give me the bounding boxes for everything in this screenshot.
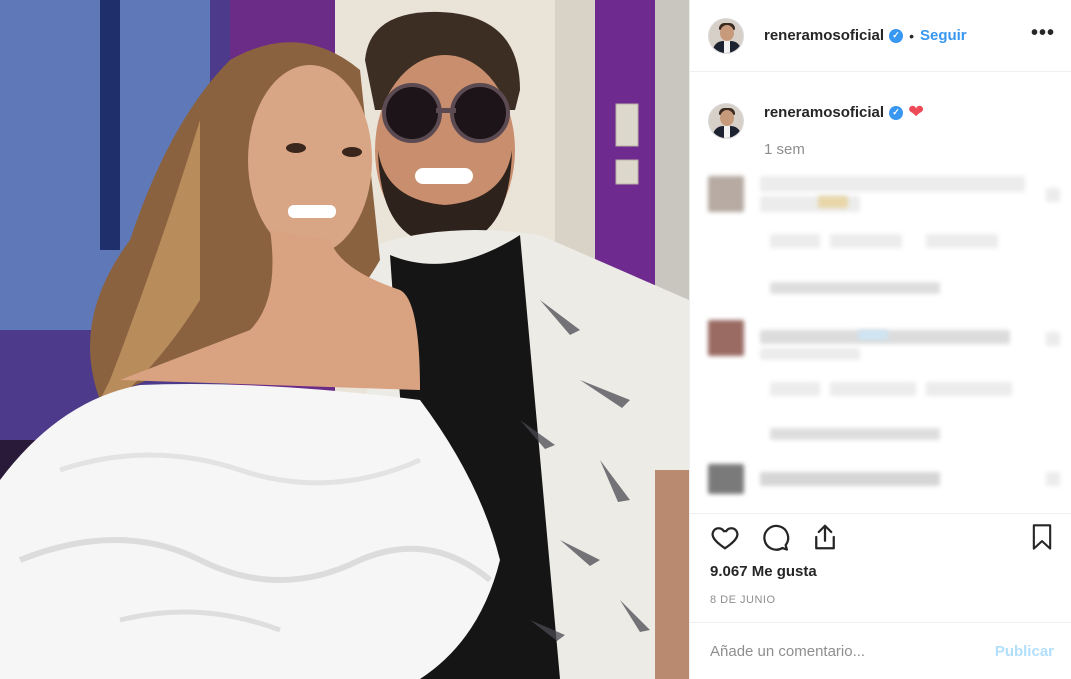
username-link[interactable]: reneramosoficial (764, 27, 884, 44)
publish-button[interactable]: Publicar (995, 643, 1054, 660)
verified-icon: ✓ (889, 105, 904, 120)
post-actions (690, 513, 1071, 559)
post-header: reneramosoficial ✓ • Seguir ••• (690, 0, 1071, 72)
comment-icon[interactable] (760, 522, 790, 552)
comments-list[interactable]: reneramosoficial ✓ ❤ 1 sem (690, 73, 1071, 513)
caption-time[interactable]: 1 sem (764, 141, 924, 158)
share-icon[interactable] (810, 522, 840, 552)
heart-emoji: ❤ (908, 101, 924, 123)
bookmark-icon[interactable] (1028, 522, 1056, 552)
post-date[interactable]: 8 DE JUNIO (710, 594, 776, 606)
verified-icon: ✓ (889, 28, 904, 43)
post-photo[interactable] (0, 0, 689, 679)
heart-icon[interactable] (710, 522, 740, 552)
blurred-comment (708, 464, 1060, 513)
caption: reneramosoficial ✓ ❤ 1 sem (708, 101, 1054, 158)
blurred-comment (708, 320, 1060, 464)
post-side-panel: reneramosoficial ✓ • Seguir ••• reneramo… (689, 0, 1071, 679)
more-icon[interactable]: ••• (1031, 23, 1055, 43)
photo-illustration (0, 0, 689, 679)
like-count[interactable]: 9.067 Me gusta (710, 563, 817, 580)
comment-form: Publicar (690, 622, 1071, 679)
caption-avatar[interactable] (708, 103, 744, 139)
follow-button[interactable]: Seguir (920, 27, 967, 44)
separator-dot: • (909, 27, 914, 44)
comment-input[interactable] (710, 642, 995, 660)
blurred-comment (708, 176, 1060, 320)
avatar[interactable] (708, 17, 744, 54)
caption-username[interactable]: reneramosoficial (764, 104, 884, 121)
